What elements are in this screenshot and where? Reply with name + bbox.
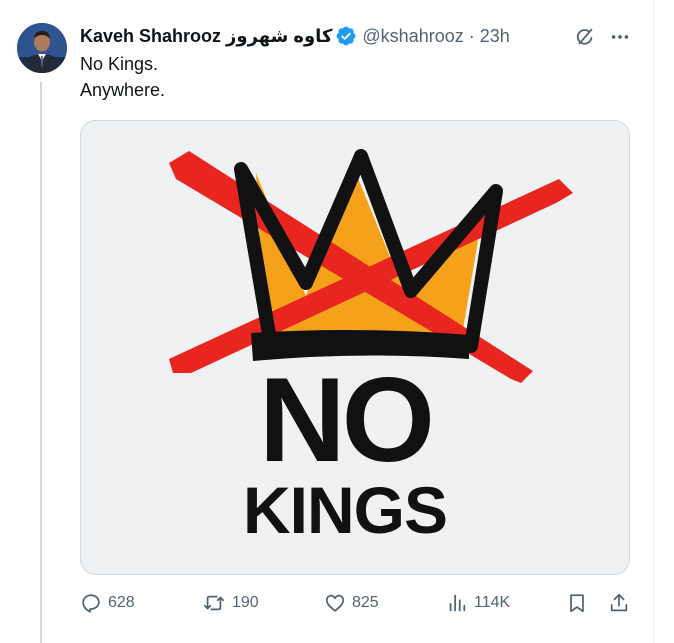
avatar-image [17, 23, 67, 73]
views-button[interactable]: 114K [446, 592, 510, 614]
verified-badge-icon[interactable] [335, 25, 357, 47]
like-icon [325, 594, 345, 612]
display-name[interactable]: Kaveh Shahrooz [80, 26, 221, 47]
more-icon[interactable] [606, 23, 634, 51]
no-kings-graphic: NO KINGS [169, 149, 573, 547]
grok-icon[interactable] [571, 23, 599, 51]
thread-line [40, 82, 42, 643]
reply-button[interactable]: 628 [80, 592, 135, 614]
separator-dot: · [468, 25, 475, 46]
tweet-text-line-2: Anywhere. [80, 80, 166, 100]
like-count: 825 [352, 594, 379, 611]
poster-text-no: NO [259, 353, 431, 487]
share-icon [610, 593, 628, 612]
bookmark-icon [570, 594, 584, 613]
repost-icon [203, 595, 225, 611]
repost-button[interactable]: 190 [202, 592, 259, 614]
handle[interactable]: @kshahrooz [362, 26, 463, 47]
tweet-header: Kaveh Shahrooz کاوه شهروز @kshahrooz · 2… [80, 24, 510, 48]
action-bar: 628 190 825 114K [80, 590, 640, 620]
reply-icon [82, 594, 100, 613]
poster-text-kings: KINGS [243, 473, 447, 547]
column-divider [653, 0, 654, 643]
bookmark-button[interactable] [566, 592, 594, 614]
views-count: 114K [474, 594, 511, 611]
like-button[interactable]: 825 [324, 592, 379, 614]
tweet-media-image[interactable]: NO KINGS [80, 120, 630, 575]
share-button[interactable] [608, 592, 636, 614]
reply-count: 628 [108, 594, 135, 611]
tweet-page: Kaveh Shahrooz کاوه شهروز @kshahrooz · 2… [0, 0, 674, 643]
views-icon [449, 594, 466, 612]
tweet-text: No Kings. Anywhere. [80, 51, 165, 103]
tweet-text-line-1: No Kings. [80, 54, 159, 74]
repost-count: 190 [232, 594, 259, 611]
avatar[interactable] [17, 23, 67, 73]
display-name-farsi[interactable]: کاوه شهروز [226, 26, 332, 47]
timestamp[interactable]: 23h [480, 26, 510, 47]
